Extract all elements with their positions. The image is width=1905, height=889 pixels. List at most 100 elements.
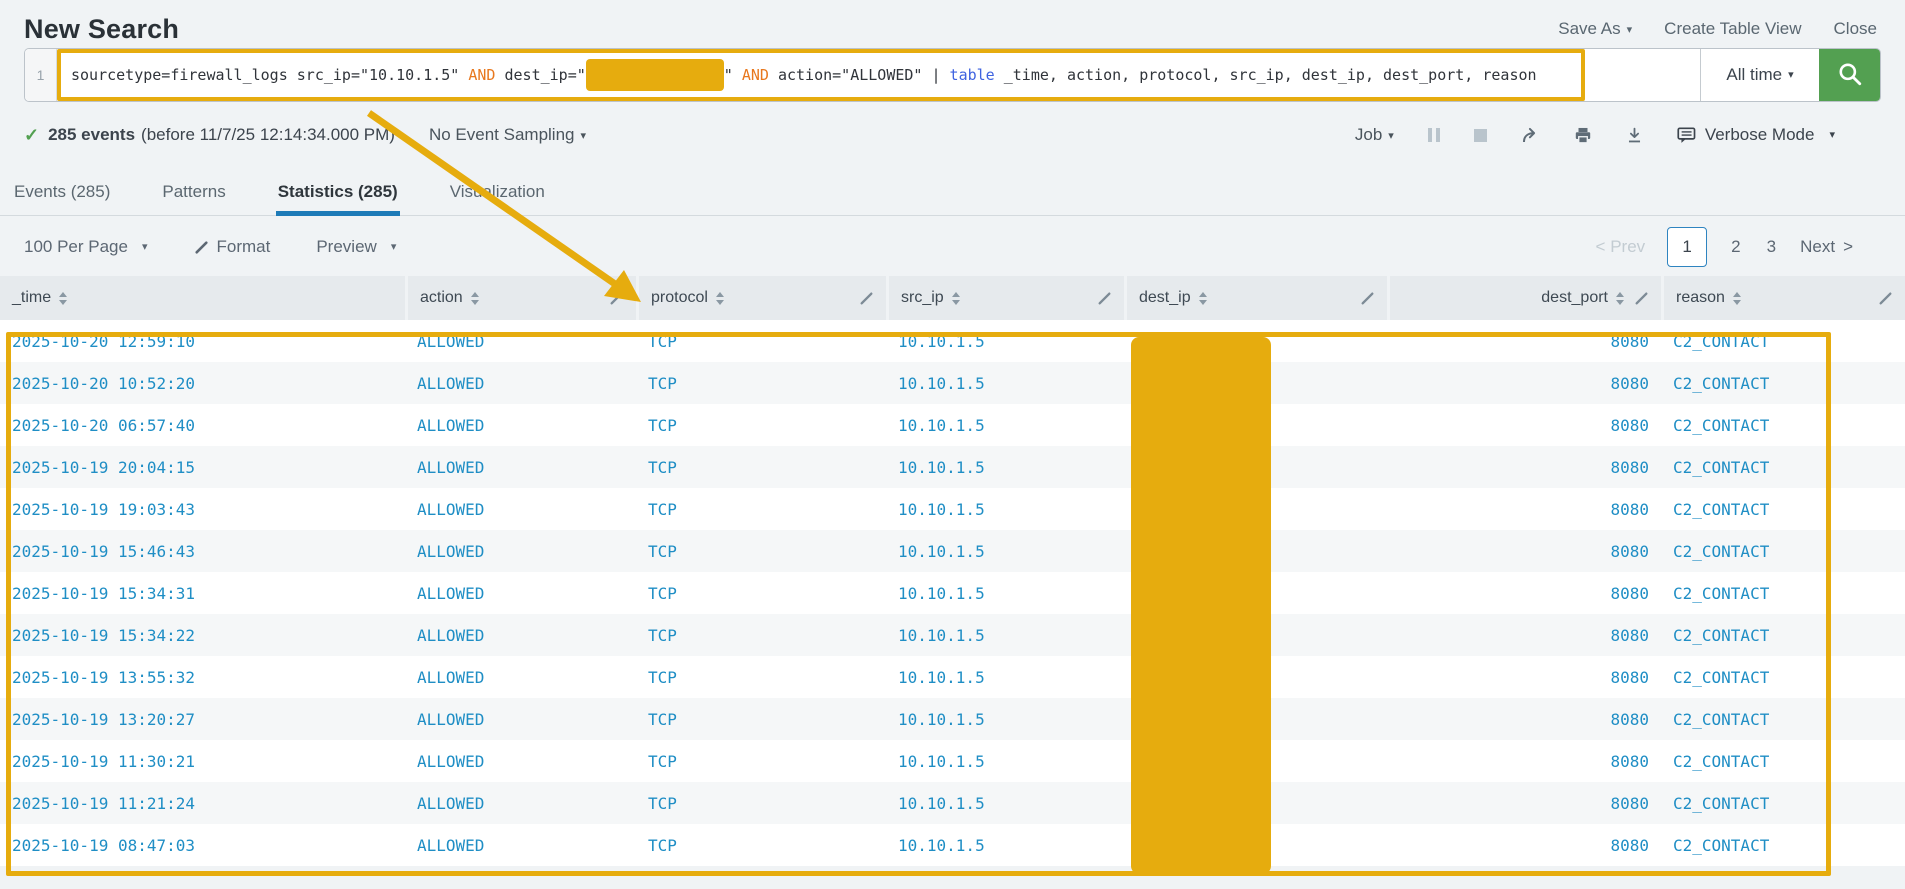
- cell-dest_ip[interactable]: [1124, 320, 1387, 362]
- search-input[interactable]: sourcetype=firewall_logs src_ip="10.10.1…: [57, 49, 1585, 101]
- cell-reason[interactable]: C2_CONTACT: [1661, 446, 1905, 488]
- tab-visualization[interactable]: Visualization: [448, 168, 547, 215]
- cell-dest_port[interactable]: 8080: [1387, 362, 1661, 404]
- edit-column-icon[interactable]: [1634, 291, 1649, 306]
- export-button[interactable]: [1626, 127, 1643, 144]
- cell-src_ip[interactable]: 10.10.1.5: [886, 530, 1124, 572]
- cell-dest_ip[interactable]: [1124, 362, 1387, 404]
- cell-src_ip[interactable]: 10.10.1.5: [886, 488, 1124, 530]
- cell-dest_port[interactable]: 8080: [1387, 572, 1661, 614]
- cell-action[interactable]: ALLOWED: [405, 614, 636, 656]
- edit-column-icon[interactable]: [1878, 291, 1893, 306]
- cell-dest_port[interactable]: 8080: [1387, 320, 1661, 362]
- preview-dropdown[interactable]: Preview▾: [316, 237, 396, 257]
- cell-src_ip[interactable]: 10.10.1.5: [886, 698, 1124, 740]
- cell-dest_ip[interactable]: [1124, 572, 1387, 614]
- cell-_time[interactable]: 2025-10-19 15:34:22: [0, 614, 405, 656]
- cell-dest_ip[interactable]: [1124, 488, 1387, 530]
- cell-reason[interactable]: C2_CONTACT: [1661, 404, 1905, 446]
- cell-action[interactable]: ALLOWED: [405, 824, 636, 866]
- share-button[interactable]: [1521, 127, 1540, 144]
- close-button[interactable]: Close: [1834, 19, 1877, 39]
- print-button[interactable]: [1574, 127, 1592, 144]
- cell-protocol[interactable]: TCP: [636, 824, 886, 866]
- cell-reason[interactable]: C2_CONTACT: [1661, 320, 1905, 362]
- cell-dest_port[interactable]: 8080: [1387, 782, 1661, 824]
- cell-protocol[interactable]: TCP: [636, 404, 886, 446]
- cell-protocol[interactable]: TCP: [636, 320, 886, 362]
- column-header-reason[interactable]: reason: [1661, 276, 1905, 320]
- stop-button[interactable]: [1474, 129, 1487, 142]
- cell-protocol[interactable]: TCP: [636, 446, 886, 488]
- column-header-dest-port[interactable]: dest_port: [1387, 276, 1661, 320]
- cell-dest_ip[interactable]: [1124, 698, 1387, 740]
- edit-column-icon[interactable]: [859, 291, 874, 306]
- page-button-1[interactable]: 1: [1667, 227, 1707, 267]
- edit-column-icon[interactable]: [609, 291, 624, 306]
- cell-_time[interactable]: 2025-10-20 12:59:10: [0, 320, 405, 362]
- column-header-dest-ip[interactable]: dest_ip: [1124, 276, 1387, 320]
- cell-reason[interactable]: C2_CONTACT: [1661, 572, 1905, 614]
- cell-reason[interactable]: C2_CONTACT: [1661, 824, 1905, 866]
- cell-reason[interactable]: C2_CONTACT: [1661, 362, 1905, 404]
- cell-src_ip[interactable]: 10.10.1.5: [886, 740, 1124, 782]
- per-page-dropdown[interactable]: 100 Per Page▾: [24, 237, 148, 257]
- edit-column-icon[interactable]: [1360, 291, 1375, 306]
- cell-_time[interactable]: 2025-10-19 15:46:43: [0, 530, 405, 572]
- cell-src_ip[interactable]: 10.10.1.5: [886, 362, 1124, 404]
- cell-dest_port[interactable]: 8080: [1387, 824, 1661, 866]
- column-header-src-ip[interactable]: src_ip: [886, 276, 1124, 320]
- cell-protocol[interactable]: TCP: [636, 488, 886, 530]
- create-table-view-button[interactable]: Create Table View: [1664, 19, 1801, 39]
- cell-reason[interactable]: C2_CONTACT: [1661, 782, 1905, 824]
- cell-dest_ip[interactable]: [1124, 782, 1387, 824]
- next-page-button[interactable]: Next>: [1800, 237, 1853, 257]
- cell-protocol[interactable]: TCP: [636, 614, 886, 656]
- tab-patterns[interactable]: Patterns: [160, 168, 227, 215]
- search-button[interactable]: [1819, 49, 1880, 101]
- cell-protocol[interactable]: TCP: [636, 782, 886, 824]
- tab-statistics[interactable]: Statistics (285): [276, 168, 400, 215]
- cell-dest_port[interactable]: 8080: [1387, 530, 1661, 572]
- cell-src_ip[interactable]: 10.10.1.5: [886, 656, 1124, 698]
- cell-action[interactable]: ALLOWED: [405, 488, 636, 530]
- cell-src_ip[interactable]: 10.10.1.5: [886, 782, 1124, 824]
- cell-_time[interactable]: 2025-10-19 08:47:03: [0, 824, 405, 866]
- cell-action[interactable]: ALLOWED: [405, 698, 636, 740]
- cell-dest_ip[interactable]: [1124, 614, 1387, 656]
- cell-action[interactable]: ALLOWED: [405, 740, 636, 782]
- cell-protocol[interactable]: TCP: [636, 656, 886, 698]
- cell-dest_port[interactable]: 8080: [1387, 698, 1661, 740]
- cell-reason[interactable]: C2_CONTACT: [1661, 614, 1905, 656]
- cell-reason[interactable]: C2_CONTACT: [1661, 530, 1905, 572]
- job-dropdown[interactable]: Job▾: [1355, 125, 1394, 145]
- pause-button[interactable]: [1428, 128, 1440, 142]
- cell-_time[interactable]: 2025-10-19 20:04:15: [0, 446, 405, 488]
- cell-action[interactable]: ALLOWED: [405, 782, 636, 824]
- event-sampling-dropdown[interactable]: No Event Sampling▾: [429, 125, 586, 145]
- column-header-protocol[interactable]: protocol: [636, 276, 886, 320]
- cell-protocol[interactable]: TCP: [636, 530, 886, 572]
- cell-dest_port[interactable]: 8080: [1387, 614, 1661, 656]
- cell-reason[interactable]: C2_CONTACT: [1661, 740, 1905, 782]
- cell-_time[interactable]: 2025-10-19 13:55:32: [0, 656, 405, 698]
- cell-protocol[interactable]: TCP: [636, 740, 886, 782]
- cell-reason[interactable]: C2_CONTACT: [1661, 656, 1905, 698]
- cell-_time[interactable]: 2025-10-19 15:34:31: [0, 572, 405, 614]
- time-range-picker[interactable]: All time ▾: [1700, 49, 1819, 101]
- cell-_time[interactable]: 2025-10-20 10:52:20: [0, 362, 405, 404]
- column-header-time[interactable]: _time: [0, 276, 405, 320]
- cell-dest_ip[interactable]: [1124, 824, 1387, 866]
- save-as-button[interactable]: Save As▾: [1558, 19, 1632, 39]
- cell-dest_port[interactable]: 8080: [1387, 404, 1661, 446]
- cell-reason[interactable]: C2_CONTACT: [1661, 488, 1905, 530]
- cell-protocol[interactable]: TCP: [636, 362, 886, 404]
- edit-column-icon[interactable]: [1097, 291, 1112, 306]
- cell-src_ip[interactable]: 10.10.1.5: [886, 614, 1124, 656]
- column-header-action[interactable]: action: [405, 276, 636, 320]
- cell-dest_port[interactable]: 8080: [1387, 488, 1661, 530]
- cell-_time[interactable]: 2025-10-20 06:57:40: [0, 404, 405, 446]
- cell-src_ip[interactable]: 10.10.1.5: [886, 572, 1124, 614]
- cell-reason[interactable]: C2_CONTACT: [1661, 698, 1905, 740]
- cell-dest_port[interactable]: 8080: [1387, 656, 1661, 698]
